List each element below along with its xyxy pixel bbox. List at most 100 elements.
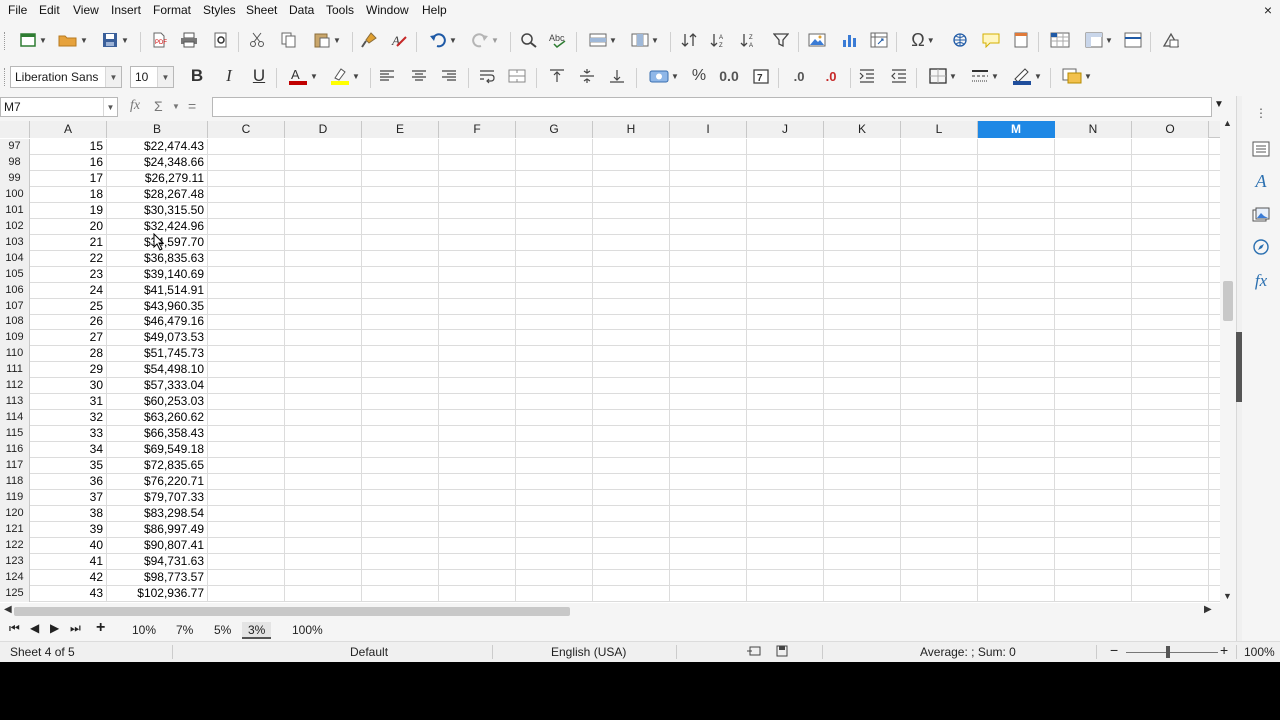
cell-empty[interactable] <box>978 330 1055 347</box>
column-header-g[interactable]: G <box>516 121 593 138</box>
cell-empty[interactable] <box>208 266 285 283</box>
cell-b[interactable]: $46,479.16 <box>107 314 208 331</box>
cell-empty[interactable] <box>208 330 285 347</box>
cell-empty[interactable] <box>1055 458 1132 474</box>
cell-b[interactable]: $66,358.43 <box>107 426 208 443</box>
cell-empty[interactable] <box>824 218 901 235</box>
cell-empty[interactable] <box>747 458 824 474</box>
horizontal-scrollbar[interactable]: ◀ ▶ <box>0 603 1220 619</box>
row-header[interactable]: 118 <box>0 473 30 490</box>
cell-a[interactable]: 31 <box>30 394 107 411</box>
cell-b[interactable]: $36,835.63 <box>107 250 208 267</box>
cell-b[interactable]: $98,773.57 <box>107 569 208 586</box>
cell-empty[interactable] <box>978 489 1055 506</box>
cell-empty[interactable] <box>747 489 824 506</box>
row-header[interactable]: 112 <box>0 378 30 395</box>
scroll-down-icon[interactable]: ▼ <box>1223 591 1232 601</box>
cell-empty[interactable] <box>824 458 901 474</box>
cell-empty[interactable] <box>901 234 978 251</box>
name-box[interactable]: M7 ▼ <box>0 97 118 117</box>
cell-empty[interactable] <box>516 362 593 379</box>
cell-empty[interactable] <box>747 298 824 315</box>
cell-empty[interactable] <box>1055 378 1132 395</box>
horizontal-scroll-thumb[interactable] <box>14 607 570 616</box>
cell-empty[interactable] <box>670 473 747 490</box>
cell-empty[interactable] <box>901 362 978 379</box>
cell-empty[interactable] <box>978 202 1055 219</box>
sort-button[interactable] <box>678 30 700 50</box>
cell-b[interactable]: $94,731.63 <box>107 553 208 570</box>
font-color-button[interactable]: A ▼ <box>284 66 322 86</box>
cell-empty[interactable] <box>747 473 824 490</box>
cell-empty[interactable] <box>670 314 747 331</box>
row-header[interactable]: 105 <box>0 266 30 283</box>
cell-empty[interactable] <box>1132 394 1209 411</box>
row-header[interactable]: 120 <box>0 505 30 522</box>
cell-empty[interactable] <box>1132 266 1209 283</box>
cell-empty[interactable] <box>516 473 593 490</box>
selection-mode-icon[interactable] <box>746 645 762 657</box>
cell-empty[interactable] <box>208 378 285 395</box>
spreadsheet-grid[interactable]: ABCDEFGHIJKLMNO 97 15 $22,474.43 98 16 $24,34… <box>0 121 1220 603</box>
cell-empty[interactable] <box>362 362 439 379</box>
previous-sheet-icon[interactable]: ◀ <box>30 621 39 635</box>
row-header[interactable]: 109 <box>0 330 30 347</box>
increase-indent-button[interactable] <box>856 66 878 86</box>
menu-file[interactable]: File <box>8 3 27 17</box>
zoom-level[interactable]: 100% <box>1244 645 1275 659</box>
text-language[interactable]: English (USA) <box>551 645 626 659</box>
column-header-l[interactable]: L <box>901 121 978 138</box>
gallery-icon[interactable] <box>1250 204 1272 226</box>
chevron-down-icon[interactable]: ▼ <box>157 67 173 87</box>
cell-empty[interactable] <box>824 505 901 522</box>
cell-empty[interactable] <box>593 218 670 235</box>
cell-empty[interactable] <box>901 346 978 363</box>
cell-empty[interactable] <box>285 394 362 411</box>
cell-empty[interactable] <box>362 378 439 395</box>
cell-empty[interactable] <box>593 154 670 171</box>
cell-empty[interactable] <box>901 186 978 203</box>
cell-empty[interactable] <box>901 170 978 187</box>
column-header-i[interactable]: I <box>670 121 747 138</box>
cell-empty[interactable] <box>439 282 516 299</box>
cell-empty[interactable] <box>670 218 747 235</box>
cell-a[interactable]: 38 <box>30 505 107 522</box>
new-document-button[interactable]: ▼ <box>16 30 50 50</box>
cell-empty[interactable] <box>285 330 362 347</box>
cell-empty[interactable] <box>208 585 285 602</box>
cell-empty[interactable] <box>208 489 285 506</box>
cell-empty[interactable] <box>1132 442 1209 459</box>
border-color-button[interactable]: ▼ <box>1008 66 1046 86</box>
cell-empty[interactable] <box>747 426 824 443</box>
select-all-corner[interactable] <box>0 121 30 138</box>
chevron-down-icon[interactable]: ▼ <box>172 102 180 111</box>
cell-empty[interactable] <box>670 489 747 506</box>
cell-empty[interactable] <box>362 521 439 538</box>
cell-empty[interactable] <box>439 553 516 570</box>
cell-empty[interactable] <box>824 282 901 299</box>
cell-empty[interactable] <box>824 569 901 586</box>
cell-b[interactable]: $41,514.91 <box>107 282 208 299</box>
cell-empty[interactable] <box>824 362 901 379</box>
cell-empty[interactable] <box>516 585 593 602</box>
cell-empty[interactable] <box>747 139 824 155</box>
cell-empty[interactable] <box>670 234 747 251</box>
navigator-icon[interactable] <box>1250 236 1272 258</box>
cell-empty[interactable] <box>285 250 362 267</box>
cell-empty[interactable] <box>439 362 516 379</box>
cell-empty[interactable] <box>362 458 439 474</box>
spelling-button[interactable]: Abc <box>548 30 570 50</box>
cell-empty[interactable] <box>285 234 362 251</box>
cell-empty[interactable] <box>1132 139 1209 155</box>
cell-empty[interactable] <box>593 442 670 459</box>
special-character-button[interactable]: Ω ▼ <box>904 30 942 50</box>
freeze-rows-columns-button[interactable]: ▼ <box>1080 30 1118 50</box>
cell-empty[interactable] <box>901 154 978 171</box>
cell-empty[interactable] <box>1132 314 1209 331</box>
cell-empty[interactable] <box>439 139 516 155</box>
cell-empty[interactable] <box>593 458 670 474</box>
cell-a[interactable]: 39 <box>30 521 107 538</box>
cell-empty[interactable] <box>516 218 593 235</box>
wrap-text-button[interactable] <box>476 66 498 86</box>
sheet-tab-7pct[interactable]: 7% <box>170 622 199 639</box>
